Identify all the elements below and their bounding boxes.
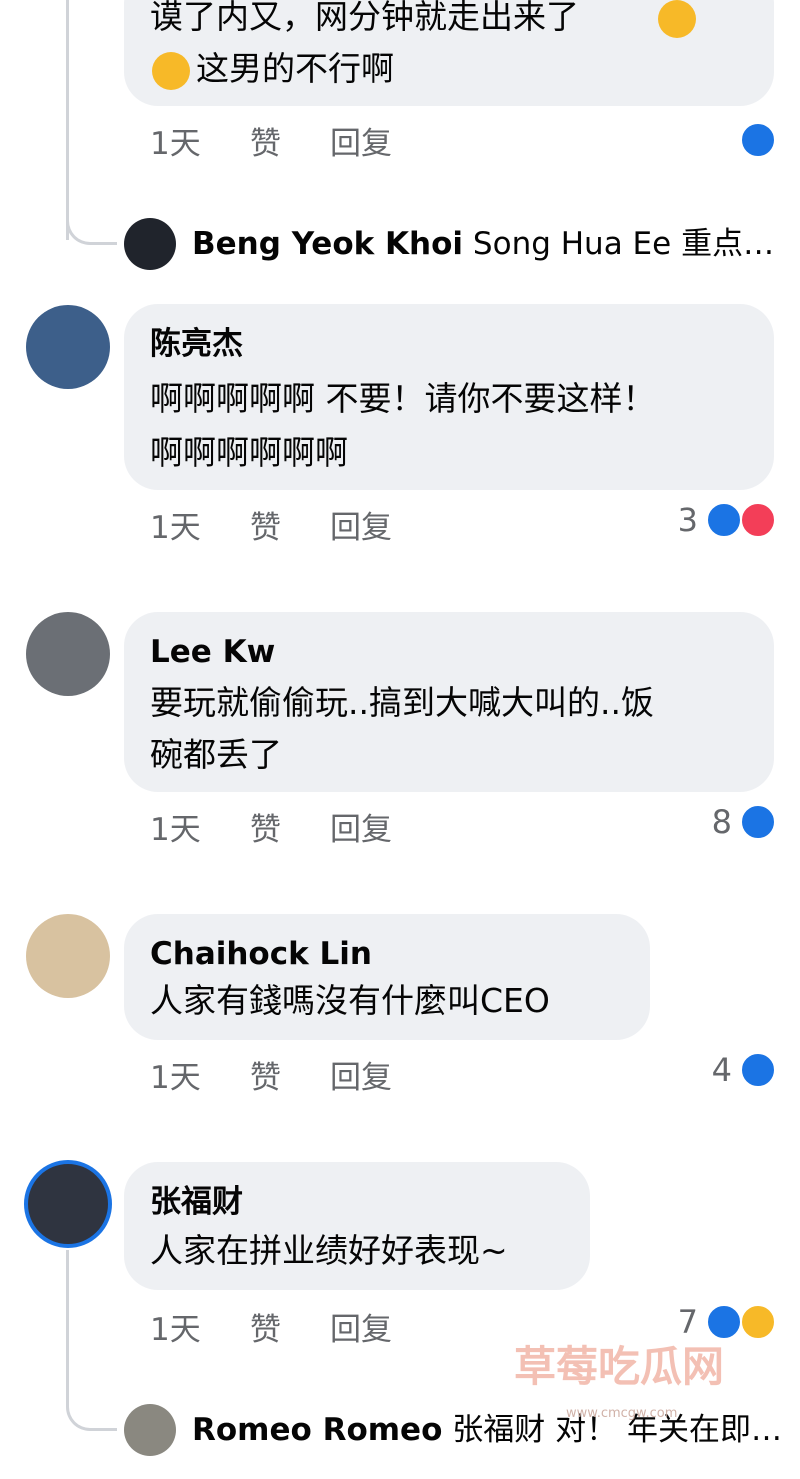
comment-author[interactable]: 张福财 <box>150 1182 243 1222</box>
comment-text-line: 人家有錢嗎沒有什麼叫CEO <box>150 981 550 1020</box>
comment-meta: 1天 赞 回复 <box>150 1058 550 1098</box>
like-link[interactable]: 赞 <box>250 1310 281 1350</box>
comment-meta: 1天 赞 回复 <box>150 508 550 548</box>
reaction-count[interactable]: 4 <box>696 1050 732 1090</box>
reaction-count[interactable]: 8 <box>696 802 732 842</box>
comment-time: 1天 <box>150 812 201 848</box>
comment-time: 1天 <box>150 126 201 162</box>
comment-time: 1天 <box>150 510 201 546</box>
comment-time: 1天 <box>150 1312 201 1348</box>
thread-curve <box>66 1386 117 1431</box>
laughing-emoji-icon <box>658 0 696 38</box>
comment-text-line: 人家在拼业绩好好表现~ <box>150 1231 508 1270</box>
avatar[interactable] <box>24 1160 112 1248</box>
reply-author[interactable]: Romeo Romeo <box>192 1412 442 1448</box>
laughing-emoji-icon <box>152 52 190 90</box>
love-reaction-icon[interactable] <box>740 502 776 538</box>
comment-meta: 1天 赞 回复 <box>150 810 550 850</box>
reply-summary[interactable]: Romeo Romeo 张福财 对！ 年关在即… <box>192 1410 782 1450</box>
like-reaction-icon[interactable] <box>740 804 776 840</box>
avatar[interactable] <box>124 1404 176 1456</box>
like-link[interactable]: 赞 <box>250 124 281 164</box>
reply-link[interactable]: 回复 <box>330 508 392 548</box>
avatar[interactable] <box>26 612 110 696</box>
comment-text-line: 这男的不行啊 <box>196 49 394 88</box>
reply-author[interactable]: Beng Yeok Khoi <box>192 226 463 262</box>
like-reaction-icon[interactable] <box>740 122 776 158</box>
comment-bubble: Chaihock Lin 人家有錢嗎沒有什麼叫CEO <box>124 914 650 1040</box>
avatar[interactable] <box>124 218 176 270</box>
comment-bubble: 陈亮杰 啊啊啊啊啊 不要！请你不要这样！ 啊啊啊啊啊啊 <box>124 304 774 490</box>
reply-link[interactable]: 回复 <box>330 124 392 164</box>
reply-link[interactable]: 回复 <box>330 1058 392 1098</box>
reply-link[interactable]: 回复 <box>330 810 392 850</box>
comment-meta-top: 1天 赞 回复 <box>150 124 550 164</box>
comment-text-line: 要玩就偷偷玩..搞到大喊大叫的..饭 <box>150 683 654 722</box>
comment-author[interactable]: Chaihock Lin <box>150 934 372 974</box>
thread-line <box>66 1250 69 1406</box>
watermark-text: 草莓吃瓜网 <box>514 1342 725 1391</box>
reaction-count[interactable]: 7 <box>662 1302 698 1342</box>
like-link[interactable]: 赞 <box>250 810 281 850</box>
reply-link[interactable]: 回复 <box>330 1310 392 1350</box>
watermark-url: www.cmcgw.com <box>566 1406 678 1421</box>
reply-summary[interactable]: Beng Yeok Khoi Song Hua Ee 重点… <box>192 224 774 264</box>
reply-preview: Song Hua Ee 重点… <box>472 226 775 262</box>
avatar[interactable] <box>26 914 110 998</box>
comment-text-line: 谟了内又，网分钟就走出来了 <box>150 0 579 36</box>
comment-meta: 1天 赞 回复 <box>150 1310 550 1350</box>
comment-bubble-top: 谟了内又，网分钟就走出来了 这男的不行啊 <box>124 0 774 106</box>
comment-author[interactable]: 陈亮杰 <box>150 324 243 364</box>
comment-time: 1天 <box>150 1060 201 1096</box>
comment-bubble: Lee Kw 要玩就偷偷玩..搞到大喊大叫的..饭 碗都丢了 <box>124 612 774 792</box>
avatar[interactable] <box>26 305 110 389</box>
reaction-count[interactable]: 3 <box>662 500 698 540</box>
like-link[interactable]: 赞 <box>250 1058 281 1098</box>
like-reaction-icon[interactable] <box>706 502 742 538</box>
thread-curve-top <box>66 200 117 245</box>
like-reaction-icon[interactable] <box>706 1304 742 1340</box>
haha-reaction-icon[interactable] <box>740 1304 776 1340</box>
comment-bubble: 张福财 人家在拼业绩好好表现~ <box>124 1162 590 1290</box>
comment-author[interactable]: Lee Kw <box>150 632 275 672</box>
like-reaction-icon[interactable] <box>740 1052 776 1088</box>
comment-text-line: 啊啊啊啊啊啊 <box>150 433 348 472</box>
like-link[interactable]: 赞 <box>250 508 281 548</box>
comment-text-line: 碗都丢了 <box>150 735 282 774</box>
comment-text-line: 啊啊啊啊啊 不要！请你不要这样！ <box>150 379 656 418</box>
